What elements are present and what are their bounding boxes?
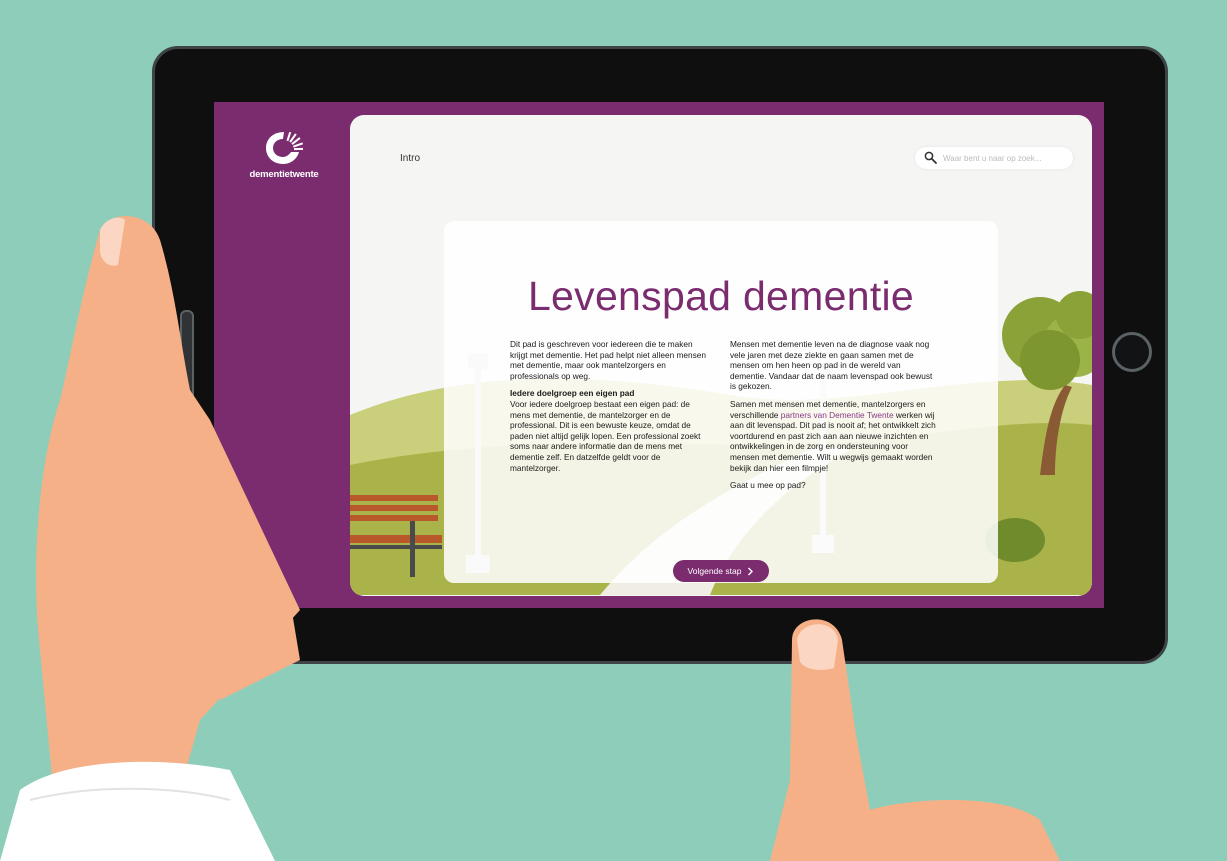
- right-hand-pointing: [770, 619, 1060, 861]
- hands-illustration: [0, 216, 1060, 861]
- shirt-cuff: [0, 761, 275, 861]
